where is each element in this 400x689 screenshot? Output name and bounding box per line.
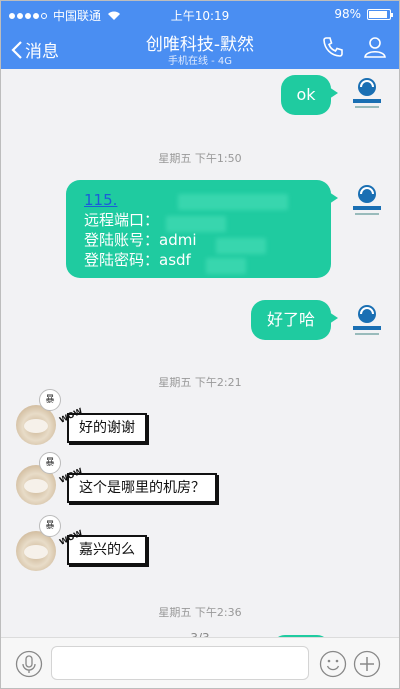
redaction-blur bbox=[216, 238, 266, 254]
message-text: ok bbox=[296, 85, 316, 104]
my-avatar[interactable] bbox=[349, 75, 385, 111]
message-bubble-jiaxing[interactable]: WOW 嘉兴的么 bbox=[58, 528, 147, 565]
redaction-blur bbox=[206, 258, 246, 274]
my-avatar[interactable] bbox=[349, 182, 385, 218]
message-text: 好了哈 bbox=[266, 310, 315, 329]
redaction-blur bbox=[178, 194, 288, 210]
message-bubble-done[interactable]: 好了哈 bbox=[251, 300, 338, 340]
emoji-icon[interactable] bbox=[319, 650, 347, 678]
battery-icon bbox=[367, 8, 393, 20]
status-bar: 中国联通 上午10:19 98% bbox=[1, 1, 399, 29]
battery-percent: 98% bbox=[334, 7, 361, 21]
nav-bar: 消息 创唯科技-默然 手机在线 - 4G bbox=[1, 29, 399, 69]
voice-input-icon[interactable] bbox=[15, 650, 43, 678]
timestamp: 星期五 下午1:50 bbox=[158, 152, 242, 165]
timestamp: 星期五 下午2:36 bbox=[158, 606, 242, 619]
redaction-blur bbox=[166, 216, 226, 232]
input-bar bbox=[1, 637, 399, 688]
contact-avatar[interactable] bbox=[16, 405, 56, 445]
message-bubble-credentials[interactable]: 115. 远程端口： 登陆账号：admi 登陆密码：asdf bbox=[66, 180, 338, 278]
message-line-account: 登陆账号：admi bbox=[84, 231, 197, 249]
message-bubble-ok[interactable]: ok bbox=[281, 75, 338, 115]
message-bubble-question[interactable]: WOW 这个是哪里的机房？ bbox=[58, 466, 217, 503]
message-input[interactable] bbox=[51, 646, 309, 680]
message-bubble-thanks[interactable]: WOW 好的谢谢 bbox=[58, 406, 147, 443]
my-avatar[interactable] bbox=[349, 302, 385, 338]
chat-area[interactable]: ok 星期五 下午1:50 115. 远程端口： 登陆账号：admi 登陆密码：… bbox=[1, 69, 399, 641]
phone-screen: 中国联通 上午10:19 98% 消息 创唯科技-默然 手机在线 - 4G ok bbox=[0, 0, 400, 689]
contact-avatar[interactable] bbox=[16, 531, 56, 571]
add-plus-icon[interactable] bbox=[353, 650, 381, 678]
phone-call-icon[interactable] bbox=[321, 35, 345, 59]
contact-profile-icon[interactable] bbox=[363, 35, 387, 59]
timestamp: 星期五 下午2:21 bbox=[158, 376, 242, 389]
message-text: 这个是哪里的机房？ bbox=[79, 480, 205, 496]
message-line-password: 登陆密码：asdf bbox=[84, 251, 191, 269]
